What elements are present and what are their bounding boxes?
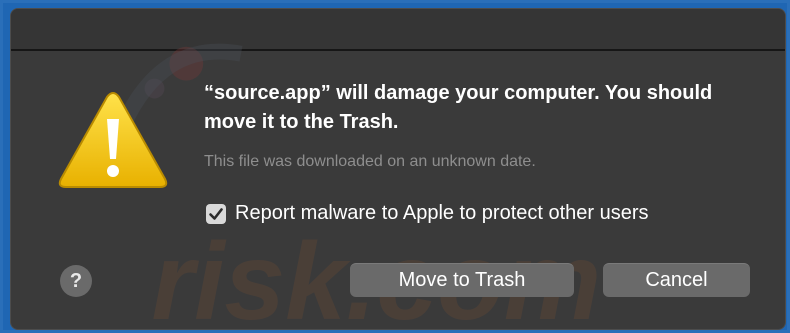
cancel-label: Cancel [645, 269, 708, 291]
report-malware-label: Report malware to Apple to protect other… [235, 202, 649, 224]
checkmark-icon [209, 207, 223, 220]
move-to-trash-label: Move to Trash [398, 269, 526, 291]
window-frame: risk.com “source.app” will damage your c… [0, 0, 790, 333]
move-to-trash-button[interactable]: Move to Trash [350, 263, 574, 297]
warning-triangle-icon [58, 92, 168, 188]
alert-headline: “source.app” will damage your computer. … [204, 82, 713, 133]
question-mark-icon: ? [69, 269, 83, 292]
malware-alert-dialog: risk.com “source.app” will damage your c… [10, 8, 786, 330]
dialog-titlebar [11, 9, 785, 51]
report-malware-checkbox[interactable] [206, 203, 226, 224]
help-button[interactable]: ? [60, 265, 92, 297]
report-malware-option[interactable]: Report malware to Apple to protect other… [206, 202, 649, 225]
download-date-text: This file was downloaded on an unknown d… [204, 153, 536, 170]
cancel-button[interactable]: Cancel [603, 263, 750, 297]
